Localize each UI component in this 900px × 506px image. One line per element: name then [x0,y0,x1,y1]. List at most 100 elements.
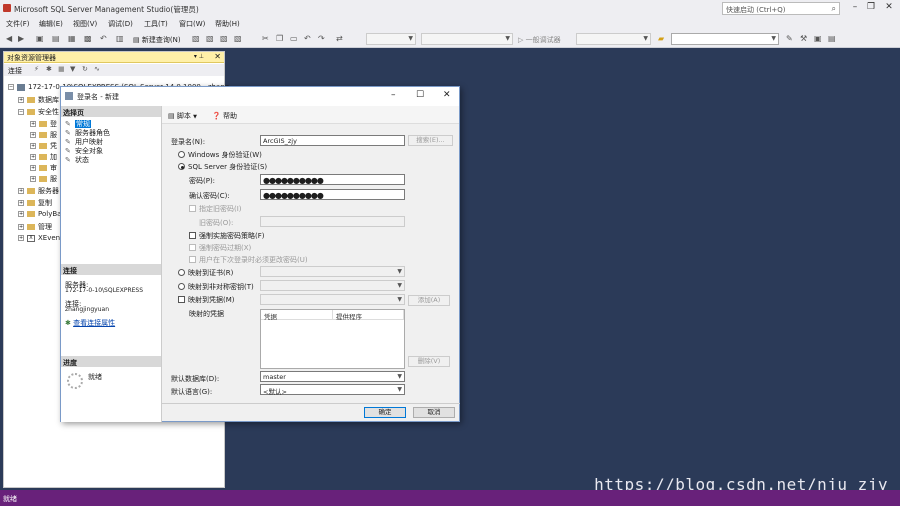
help-button[interactable]: ❓ 帮助 [212,111,237,121]
navigate-icon[interactable]: ⇄ [336,34,343,43]
new-query-button[interactable]: ▤ 新建查询(N) [133,35,181,45]
close-button[interactable]: ✕ [443,90,451,100]
view-connection-properties-link[interactable]: ✱ 查看连接属性 [65,318,115,328]
maximize-button[interactable]: ❐ [864,2,878,14]
config-dropdown[interactable]: ▼ [366,33,416,45]
menu-edit[interactable]: 编辑(E) [39,19,63,29]
expand-icon[interactable]: + [18,200,24,206]
tree-node-security-child[interactable]: + 登 [30,119,57,129]
tree-node-databases[interactable]: + 数据库 [18,95,59,105]
cert-dropdown[interactable]: ▼ [260,266,405,277]
collapse-icon[interactable]: − [18,109,24,115]
query-icon-2[interactable]: ▧ [206,34,214,43]
must-change-checkbox[interactable] [189,256,196,263]
undo-icon[interactable]: ↶ [100,34,107,43]
expand-icon[interactable]: + [18,188,24,194]
tree-node-security-child[interactable]: + 服 [30,130,57,140]
activity-icon[interactable]: ∿ [94,65,100,73]
collapse-icon[interactable]: − [8,84,14,90]
debug-target-dropdown[interactable]: ▼ [576,33,651,45]
expand-icon[interactable]: + [30,143,36,149]
sql-auth-radio[interactable] [178,163,185,170]
query-icon-1[interactable]: ▧ [192,34,200,43]
panel-menu-icon[interactable]: ▾ ⊥ [194,53,204,60]
tree-node-management[interactable]: + 管理 [18,222,52,232]
copy-icon[interactable]: ❐ [276,34,283,43]
password-input[interactable]: ●●●●●●●●●● [260,174,405,185]
quick-launch-input[interactable]: 快速启动 (Ctrl+Q) ⌕ [722,2,840,15]
close-button[interactable]: ✕ [882,2,896,14]
window-icon[interactable]: ▤ [828,34,836,43]
map-cred-checkbox[interactable] [178,296,185,303]
open-file-icon[interactable]: ▤ [52,34,60,43]
expand-icon[interactable]: + [18,224,24,230]
find-dropdown[interactable]: ▼ [671,33,779,45]
expand-icon[interactable]: + [30,121,36,127]
expand-icon[interactable]: + [18,211,24,217]
expand-icon[interactable]: + [30,132,36,138]
script-button[interactable]: ▤ 脚本 ▼ [168,111,197,121]
old-password-input[interactable] [260,216,405,227]
ok-button[interactable]: 确定 [364,407,406,418]
save-all-disk-icon[interactable]: ▥ [116,34,124,43]
tree-node-security-child[interactable]: + 服 [30,174,57,184]
query-icon-3[interactable]: ▧ [220,34,228,43]
grid-col-provider[interactable]: 提供程序 [333,310,404,321]
properties-icon[interactable]: ✎ [786,34,793,43]
toolbox-icon[interactable]: ▣ [814,34,822,43]
login-name-input[interactable]: ArcGIS_zjy [260,135,405,146]
save-icon[interactable]: ▦ [68,34,76,43]
new-project-icon[interactable]: ▣ [36,34,44,43]
cancel-button[interactable]: 取消 [413,407,455,418]
expand-icon[interactable]: + [18,97,24,103]
stop-icon[interactable]: ■ [58,65,65,73]
back-icon[interactable]: ◀ [6,34,12,43]
tree-node-security-child[interactable]: + 加 [30,152,57,162]
add-button[interactable]: 添加(A) [408,295,450,306]
refresh-icon[interactable]: ↻ [82,65,88,73]
windows-auth-radio[interactable] [178,151,185,158]
menu-window[interactable]: 窗口(W) [179,19,205,29]
debugger-button[interactable]: ▷ 一般调试器 [518,35,561,45]
confirm-password-input[interactable]: ●●●●●●●●●● [260,189,405,200]
specify-old-password-checkbox[interactable] [189,205,196,212]
search-button[interactable]: 搜索(E)... [408,135,453,146]
close-icon[interactable]: ✕ [214,52,221,61]
enforce-expiration-checkbox[interactable] [189,244,196,251]
map-asym-radio[interactable] [178,283,185,290]
cut-icon[interactable]: ✂ [262,34,269,43]
menu-file[interactable]: 文件(F) [6,19,30,29]
connect-icon[interactable]: ⚡ [34,65,39,73]
find-icon[interactable]: ▰ [658,34,664,43]
tree-node-xevent[interactable]: + X XEvent [18,234,63,242]
map-cert-radio[interactable] [178,269,185,276]
filter-icon[interactable]: ▼ [70,65,75,73]
page-status[interactable]: ✎ 状态 [65,155,89,165]
query-icon-4[interactable]: ▧ [234,34,242,43]
forward-icon[interactable]: ▶ [18,34,24,43]
menu-help[interactable]: 帮助(H) [215,19,240,29]
tree-node-security[interactable]: − 安全性 [18,107,59,117]
remove-button[interactable]: 删除(V) [408,356,450,367]
expand-icon[interactable]: + [30,154,36,160]
disconnect-icon[interactable]: ✱ [46,65,52,73]
connect-button[interactable]: 连接 [8,66,22,76]
tools-icon[interactable]: ⚒ [800,34,807,43]
expand-icon[interactable]: + [30,165,36,171]
default-database-dropdown[interactable]: master ▼ [260,371,405,382]
redo-icon[interactable]: ↷ [318,34,325,43]
tree-node-security-child[interactable]: + 审 [30,163,57,173]
minimize-button[interactable]: – [391,90,396,100]
minimize-button[interactable]: – [848,2,862,14]
menu-debug[interactable]: 调试(D) [108,19,133,29]
mapped-credentials-grid[interactable]: 凭据 提供程序 [260,309,405,369]
platform-dropdown[interactable]: ▼ [421,33,513,45]
expand-icon[interactable]: + [30,176,36,182]
asym-key-dropdown[interactable]: ▼ [260,280,405,291]
expand-icon[interactable]: + [18,235,24,241]
grid-col-credential[interactable]: 凭据 [261,310,333,321]
paste-icon[interactable]: ▭ [290,34,298,43]
tree-node-replication[interactable]: + 复制 [18,198,52,208]
default-language-dropdown[interactable]: <默认> ▼ [260,384,405,396]
menu-tools[interactable]: 工具(T) [144,19,168,29]
